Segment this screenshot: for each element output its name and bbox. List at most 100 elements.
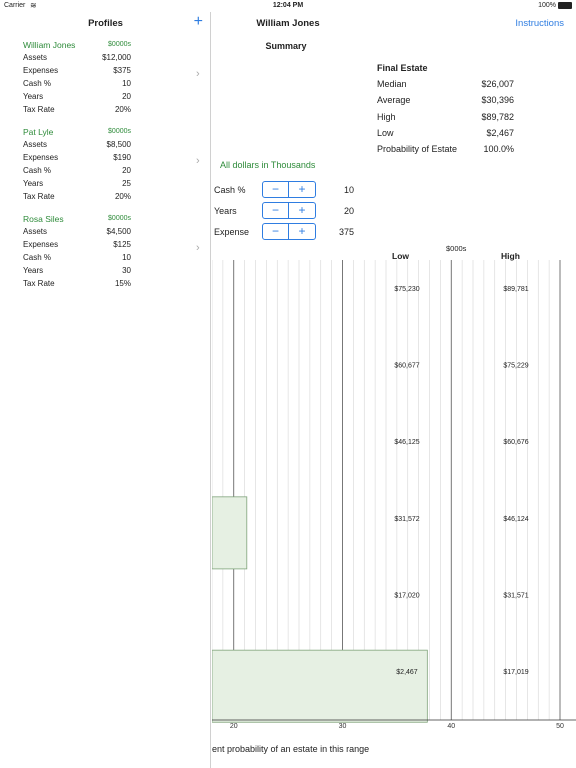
profile-field-value: 20% (114, 105, 131, 114)
decrement-button[interactable]: − (263, 203, 289, 218)
final-estate-row: Average $30,396 (377, 95, 514, 109)
increment-button[interactable]: + (289, 203, 315, 218)
chevron-right-icon[interactable]: › (196, 155, 200, 167)
page-title: William Jones (256, 18, 320, 29)
profile-field-value: $8,500 (106, 140, 131, 149)
final-estate-heading: Final Estate (377, 63, 428, 73)
profile-field-label: Cash % (23, 253, 52, 262)
control-value: 20 (343, 206, 354, 216)
column-header-unit: $000s (446, 244, 467, 253)
x-tick-label: 30 (339, 723, 347, 730)
summary-heading: Summary (265, 41, 307, 51)
sidebar-header: Profiles + (0, 12, 211, 36)
profile-field-value: 25 (122, 179, 131, 188)
profile-field-value: $12,000 (102, 53, 131, 62)
control-label: Expense (214, 227, 250, 237)
profile-field-label: Tax Rate (23, 192, 55, 201)
cash-percent-stepper: − + (262, 181, 316, 198)
range-high-label: $31,571 (503, 593, 528, 600)
stat-label: Average (377, 95, 411, 105)
decrement-button[interactable]: − (263, 182, 289, 197)
chevron-right-icon[interactable]: › (196, 68, 200, 80)
profile-field-label: Expenses (23, 240, 59, 249)
profile-rosa-siles[interactable]: Rosa Siles $0000s Assets $4,500 Expenses $… (0, 214, 211, 294)
range-low-label: $60,677 (394, 363, 419, 370)
expense-stepper: − + (262, 223, 316, 240)
profile-field-label: Tax Rate (23, 105, 55, 114)
profile-unit: $0000s (108, 215, 131, 222)
profile-field-label: Assets (23, 227, 48, 236)
final-estate-row: Median $26,007 (377, 79, 514, 93)
range-high-label: $89,781 (503, 286, 528, 293)
profile-field-value: 10 (122, 253, 131, 262)
stat-value: $2,467 (486, 128, 514, 138)
final-estate-row: Low $2,467 (377, 128, 514, 142)
profile-unit: $0000s (108, 128, 131, 135)
battery-percent: 100% (538, 2, 556, 9)
range-high-label: $60,676 (503, 439, 528, 446)
profile-field-label: Assets (23, 53, 48, 62)
profile-name: William Jones (23, 40, 76, 50)
stat-value: $26,007 (481, 79, 514, 89)
profiles-sidebar: Profiles + William Jones $0000s Assets $1… (0, 12, 211, 768)
stat-value: $89,782 (481, 112, 514, 122)
profile-field-value: 15% (114, 279, 131, 288)
profile-field-label: Years (23, 92, 44, 101)
profile-field-label: Expenses (23, 153, 59, 162)
final-estate-row: High $89,782 (377, 112, 514, 126)
add-profile-button[interactable]: + (194, 14, 203, 30)
histogram-bar (212, 649, 428, 723)
range-low-label: $75,230 (394, 286, 419, 293)
histogram-bar (212, 496, 248, 570)
profile-field-value: $190 (113, 153, 131, 162)
profile-pat-lyle[interactable]: Pat Lyle $0000s Assets $8,500 Expenses $19… (0, 127, 211, 207)
increment-button[interactable]: + (289, 182, 315, 197)
profile-field-label: Years (23, 266, 44, 275)
range-low-label: $17,020 (394, 593, 419, 600)
range-low-label: $31,572 (394, 516, 419, 523)
profile-field-value: 20% (114, 192, 131, 201)
profile-unit: $0000s (108, 41, 131, 48)
profile-field-value: $375 (113, 66, 131, 75)
stat-label: High (377, 112, 396, 122)
chart-footnote: ent probability of an estate in this ran… (212, 744, 370, 754)
x-tick-label: 20 (230, 723, 238, 730)
dollars-note: All dollars in Thousands (220, 160, 316, 170)
status-time: 12:04 PM (272, 2, 304, 9)
profile-field-label: Cash % (23, 79, 52, 88)
profile-name: Pat Lyle (23, 127, 54, 137)
stat-label: Probability of Estate (377, 144, 458, 154)
decrement-button[interactable]: − (263, 224, 289, 239)
profile-field-label: Tax Rate (23, 279, 55, 288)
estate-distribution-chart: $75,230 $89,781 $60,677 $75,229 $46,125 $60,6… (212, 260, 576, 730)
status-bar: Carrier ≋ 12:04 PM 100% (0, 0, 576, 12)
sidebar-title: Profiles (88, 18, 123, 29)
profile-field-value: 20 (122, 92, 131, 101)
profile-william-jones[interactable]: William Jones $0000s Assets $12,000 Expen… (0, 40, 211, 120)
range-low-label: $46,125 (394, 439, 419, 446)
profile-field-label: Cash % (23, 166, 52, 175)
instructions-button[interactable]: Instructions (515, 18, 564, 29)
profile-field-value: $125 (113, 240, 131, 249)
profile-field-label: Assets (23, 140, 48, 149)
detail-pane: William Jones Instructions Summary Final… (212, 12, 576, 768)
range-high-label: $46,124 (503, 516, 528, 523)
x-tick-label: 40 (447, 723, 455, 730)
profile-field-value: 10 (122, 79, 131, 88)
profile-field-label: Expenses (23, 66, 59, 75)
control-value: 375 (338, 227, 354, 237)
increment-button[interactable]: + (289, 224, 315, 239)
profile-name: Rosa Siles (23, 214, 64, 224)
control-label: Years (214, 206, 237, 216)
stat-label: Low (377, 128, 394, 138)
final-estate-row: Probability of Estate 100.0% (377, 144, 514, 158)
battery-icon (558, 2, 572, 9)
control-expense: Expense − + 375 (214, 223, 354, 241)
profile-field-value: 30 (122, 266, 131, 275)
range-low-label: $2,467 (396, 669, 418, 676)
profile-field-value: $4,500 (106, 227, 131, 236)
control-label: Cash % (214, 185, 246, 195)
chevron-right-icon[interactable]: › (196, 242, 200, 254)
stat-value: $30,396 (481, 95, 514, 105)
control-years: Years − + 20 (214, 202, 354, 220)
